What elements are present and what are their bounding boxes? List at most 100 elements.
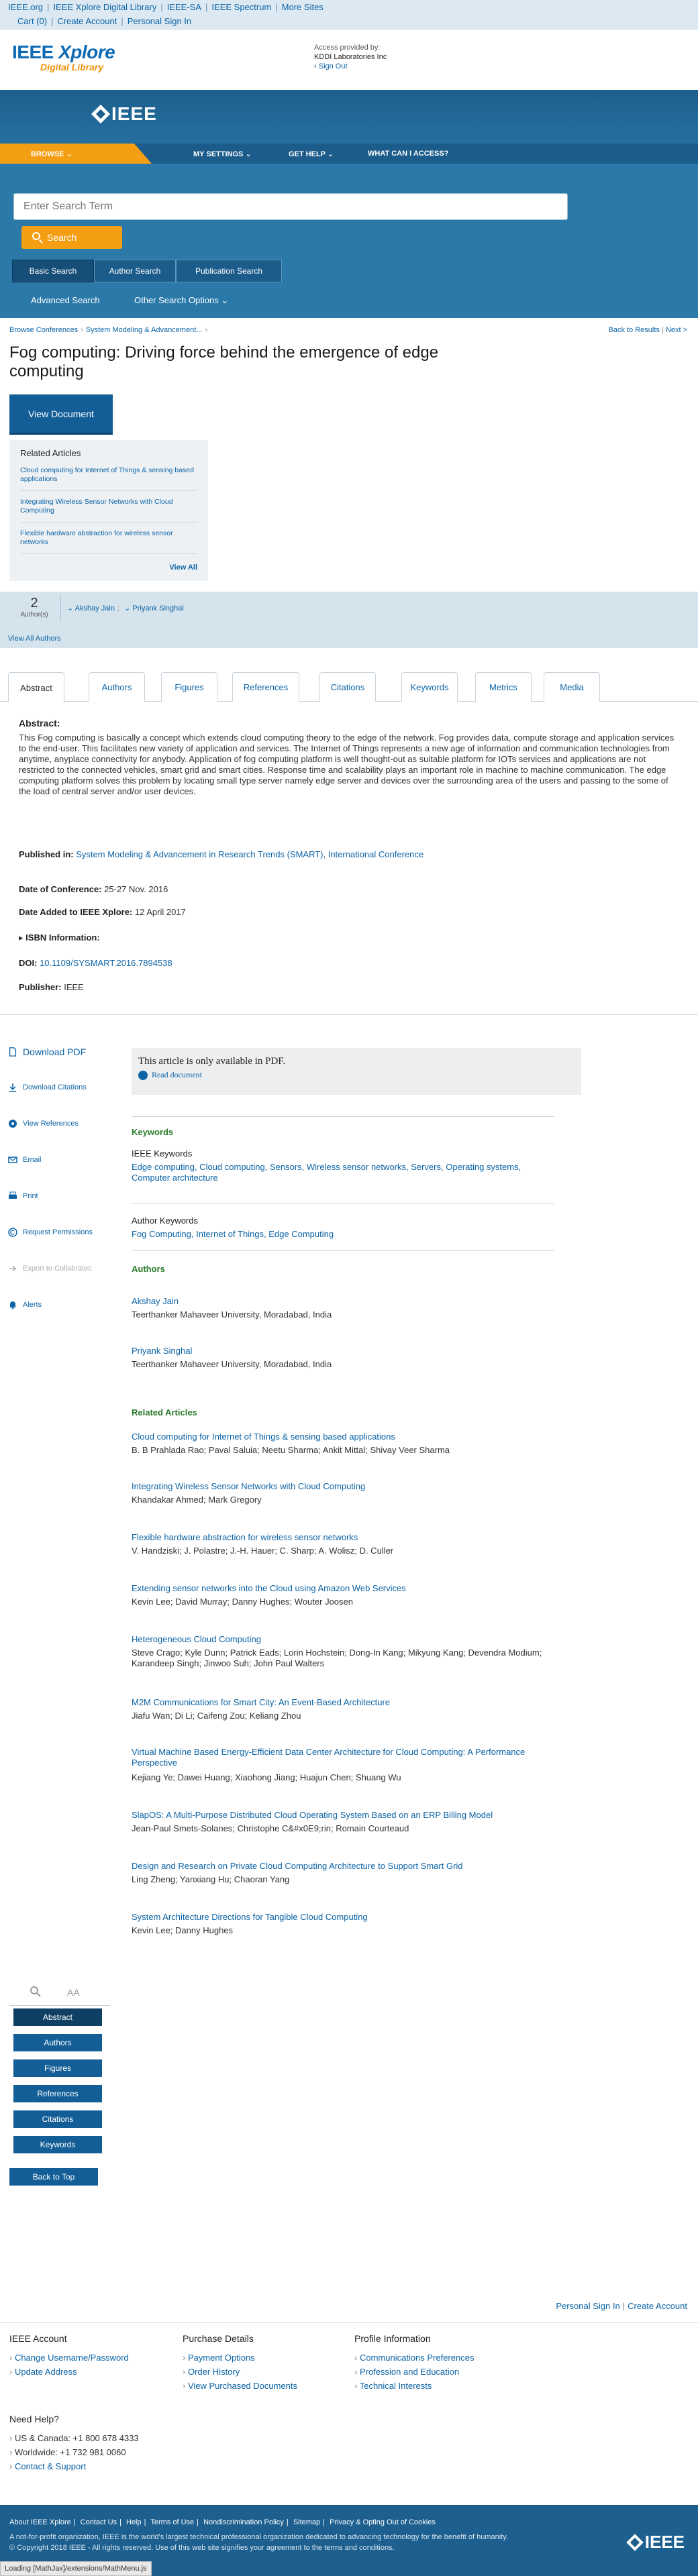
footer-bottom-link[interactable]: Privacy & Opting Out of Cookies	[330, 2518, 436, 2526]
footer-link[interactable]: Update Address	[9, 2365, 129, 2379]
ieee-logo[interactable]: IEEE	[91, 103, 157, 125]
related-article-title[interactable]: Flexible hardware abstraction for wirele…	[132, 1532, 561, 1543]
related-article-title[interactable]: Heterogeneous Cloud Computing	[132, 1634, 561, 1645]
link-ieee-sa[interactable]: IEEE-SA	[167, 2, 201, 12]
related-article-title[interactable]: Cloud computing for Internet of Things &…	[132, 1432, 561, 1442]
footer-bottom-link[interactable]: Terms of Use	[150, 2518, 194, 2526]
author-keywords-list[interactable]: Fog Computing, Internet of Things, Edge …	[132, 1229, 561, 1240]
footer-bottom-link[interactable]: Nondiscrimination Policy	[203, 2518, 284, 2526]
print-button[interactable]: Print	[8, 1191, 38, 1201]
my-settings-menu[interactable]: MY SETTINGS ⌄	[193, 150, 252, 158]
related-article-title[interactable]: Extending sensor networks into the Cloud…	[132, 1583, 561, 1594]
request-permissions-button[interactable]: Request Permissions	[8, 1228, 93, 1237]
jump-abstract[interactable]: Abstract	[13, 2008, 102, 2026]
footer-sign-in-link[interactable]: Personal Sign In	[556, 2301, 619, 2311]
other-search-options[interactable]: Other Search Options ⌄	[134, 295, 228, 306]
author-link-priyank[interactable]: ⌄ Priyank Singhal	[124, 604, 184, 612]
search-button[interactable]: Search	[21, 226, 122, 249]
back-to-results-link[interactable]: Back to Results	[608, 326, 659, 334]
footer-link[interactable]: Change Username/Password	[9, 2351, 129, 2365]
jump-keywords[interactable]: Keywords	[13, 2136, 102, 2153]
ieee-keywords-list[interactable]: Edge computing, Cloud computing, Sensors…	[132, 1162, 561, 1183]
access-menu[interactable]: WHAT CAN I ACCESS?	[368, 150, 448, 158]
breadcrumb-conference[interactable]: System Modeling & Advancement...	[86, 326, 203, 334]
footer-bottom-link[interactable]: About IEEE Xplore	[9, 2518, 71, 2526]
related-article-title[interactable]: Integrating Wireless Sensor Networks wit…	[132, 1481, 561, 1492]
link-more-sites[interactable]: More Sites	[282, 2, 323, 12]
font-size-toggle[interactable]: AA	[67, 1987, 80, 1998]
tab-publication-search[interactable]: Publication Search	[176, 260, 282, 282]
tab-media[interactable]: Media	[544, 672, 600, 702]
jump-citations[interactable]: Citations	[13, 2110, 102, 2128]
jump-figures[interactable]: Figures	[13, 2059, 102, 2077]
related-item[interactable]: Integrating Wireless Sensor Networks wit…	[20, 498, 197, 523]
advanced-search-link[interactable]: Advanced Search	[31, 295, 100, 305]
download-pdf-button[interactable]: Download PDF	[8, 1046, 86, 1057]
footer-bottom-link[interactable]: Contact Us	[81, 2518, 117, 2526]
ieee-diamond-icon	[91, 104, 111, 124]
email-button[interactable]: Email	[8, 1155, 42, 1165]
tab-abstract[interactable]: Abstract	[8, 672, 64, 702]
footer-link[interactable]: View Purchased Documents	[183, 2379, 297, 2393]
footer-link[interactable]: Communications Preferences	[354, 2351, 475, 2365]
search-input[interactable]	[13, 193, 568, 220]
author-name-link[interactable]: Akshay Jain	[132, 1296, 179, 1306]
related-article-title[interactable]: SlapOS: A Multi-Purpose Distributed Clou…	[132, 1810, 561, 1821]
footer-bottom-link[interactable]: Sitemap	[293, 2518, 320, 2526]
link-xplore[interactable]: IEEE Xplore Digital Library	[53, 2, 156, 12]
jump-authors[interactable]: Authors	[13, 2034, 102, 2051]
sign-out-link[interactable]: › Sign Out	[314, 62, 387, 71]
view-all-authors-link[interactable]: View All Authors	[8, 635, 61, 643]
access-info: Access provided by: KDDI Laboratories In…	[314, 43, 387, 71]
jump-references[interactable]: References	[13, 2085, 102, 2102]
tab-citations[interactable]: Citations	[319, 672, 376, 702]
footer-create-account-link[interactable]: Create Account	[628, 2301, 687, 2311]
footer-link[interactable]: Technical Interests	[354, 2379, 474, 2393]
search-area: Search Basic Search Author Search Public…	[0, 164, 698, 318]
get-help-menu[interactable]: GET HELP ⌄	[289, 150, 334, 158]
back-to-top-button[interactable]: Back to Top	[9, 2168, 98, 2186]
tab-references[interactable]: References	[232, 672, 299, 702]
tab-figures[interactable]: Figures	[161, 672, 217, 702]
published-value[interactable]: System Modeling & Advancement in Researc…	[76, 849, 423, 859]
breadcrumb-browse-conferences[interactable]: Browse Conferences	[9, 326, 78, 334]
tab-keywords[interactable]: Keywords	[401, 672, 458, 702]
related-item[interactable]: Flexible hardware abstraction for wirele…	[20, 529, 197, 554]
footer-bottom-link[interactable]: Help	[126, 2518, 142, 2526]
tab-author-search[interactable]: Author Search	[94, 260, 176, 282]
author-link-akshay[interactable]: ⌄ Akshay Jain	[67, 604, 115, 612]
related-article-title[interactable]: Design and Research on Private Cloud Com…	[132, 1861, 561, 1872]
footer-link[interactable]: Order History	[183, 2365, 297, 2379]
footer-link[interactable]: Profession and Education	[354, 2365, 474, 2379]
xplore-logo[interactable]: IEEE Xplore Digital Library	[12, 42, 115, 72]
related-view-all-link[interactable]: View All	[169, 564, 197, 572]
link-ieee-org[interactable]: IEEE.org	[8, 2, 43, 12]
tab-authors[interactable]: Authors	[89, 672, 145, 702]
export-collabratec-button[interactable]: Export to Collabratec	[8, 1264, 92, 1273]
alerts-button[interactable]: Alerts	[8, 1300, 42, 1309]
view-references-button[interactable]: View References	[8, 1119, 79, 1128]
link-personal-sign-in[interactable]: Personal Sign In	[128, 16, 191, 26]
related-article-title[interactable]: System Architecture Directions for Tangi…	[132, 1912, 561, 1923]
download-citations-button[interactable]: Download Citations	[8, 1083, 87, 1092]
read-document-link[interactable]: Read document	[138, 1070, 575, 1080]
divider	[132, 1203, 554, 1204]
link-spectrum[interactable]: IEEE Spectrum	[211, 2, 271, 12]
related-article-title[interactable]: M2M Communications for Smart City: An Ev…	[132, 1697, 561, 1708]
doi-link[interactable]: 10.1109/SYSMART.2016.7894538	[40, 958, 172, 968]
isbn-toggle[interactable]: ▸ ISBN Information:	[19, 932, 100, 943]
contact-support-link[interactable]: Contact & Support	[9, 2459, 139, 2473]
author-name-link[interactable]: Priyank Singhal	[132, 1346, 192, 1356]
related-item[interactable]: Cloud computing for Internet of Things &…	[20, 466, 197, 491]
tab-basic-search[interactable]: Basic Search	[12, 260, 94, 282]
search-icon[interactable]	[30, 1986, 42, 1998]
link-cart[interactable]: Cart (0)	[17, 16, 47, 26]
related-article-title[interactable]: Virtual Machine Based Energy-Efficient D…	[132, 1747, 561, 1768]
footer-ieee-logo[interactable]: IEEE	[626, 2532, 685, 2553]
next-link[interactable]: Next >	[666, 326, 687, 334]
tab-metrics[interactable]: Metrics	[475, 672, 532, 702]
footer-link[interactable]: Payment Options	[183, 2351, 297, 2365]
browse-menu[interactable]: BROWSE ⌄	[0, 144, 152, 164]
link-create-account[interactable]: Create Account	[57, 16, 117, 26]
view-document-button[interactable]: View Document	[9, 394, 113, 435]
